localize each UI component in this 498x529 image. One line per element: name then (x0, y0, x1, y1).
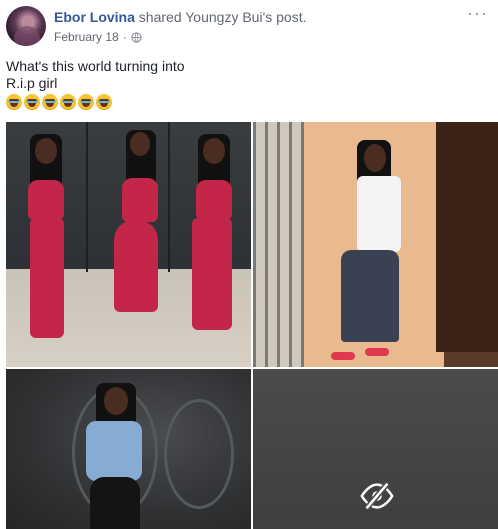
figure-pants (30, 218, 64, 338)
figure-slipper (331, 352, 355, 360)
post-date-link[interactable]: February 18 (54, 30, 119, 44)
post-header: Ebor Lovina shared Youngzy Bui's post. F… (6, 4, 492, 48)
figure-jacket (86, 421, 142, 481)
photo-grid (6, 122, 498, 529)
figure-pants (114, 220, 158, 312)
original-author-link[interactable]: Youngzy Bui's (185, 9, 272, 25)
metal-gate (253, 122, 305, 367)
post-text-line-2: R.i.p girl (6, 75, 58, 91)
post-body: What's this world turning into R.i.p gir… (6, 58, 490, 110)
meta-separator: · (122, 30, 127, 44)
figure-shirt (357, 176, 401, 252)
photo-3[interactable] (6, 369, 251, 529)
figure-head (130, 132, 150, 156)
photo-1[interactable] (6, 122, 251, 367)
figure-top (196, 180, 232, 220)
collage-divider (168, 122, 170, 272)
figure-pants (90, 477, 140, 529)
figure-head (104, 387, 128, 415)
emoji-row (6, 94, 490, 110)
crying-face-icon (24, 94, 40, 110)
more-options-icon[interactable]: ··· (467, 4, 488, 22)
crying-face-icon (96, 94, 112, 110)
figure-top (122, 178, 158, 222)
figure-head (203, 138, 225, 164)
figure-head (364, 144, 386, 172)
author-avatar[interactable] (6, 6, 46, 46)
gate-ornament (164, 399, 234, 509)
figure-top (28, 180, 64, 220)
post-word[interactable]: post. (276, 9, 306, 25)
photo-2[interactable] (253, 122, 498, 367)
wooden-door (436, 122, 498, 352)
eye-slash-icon[interactable] (358, 477, 396, 515)
figure-jeans (341, 250, 399, 342)
figure-head (35, 138, 57, 164)
shared-text: shared (138, 9, 182, 25)
post-text-line-1: What's this world turning into (6, 58, 185, 74)
figure-slipper (365, 348, 389, 356)
crying-face-icon (78, 94, 94, 110)
photo-4-hidden[interactable] (253, 369, 498, 529)
globe-icon[interactable] (131, 31, 142, 43)
post-meta: February 18 · (54, 30, 142, 44)
figure-pants (192, 218, 232, 330)
crying-face-icon (60, 94, 76, 110)
author-line: Ebor Lovina shared Youngzy Bui's post. (54, 9, 307, 25)
author-name-link[interactable]: Ebor Lovina (54, 9, 135, 25)
crying-face-icon (6, 94, 22, 110)
crying-face-icon (42, 94, 58, 110)
collage-divider (86, 122, 88, 272)
